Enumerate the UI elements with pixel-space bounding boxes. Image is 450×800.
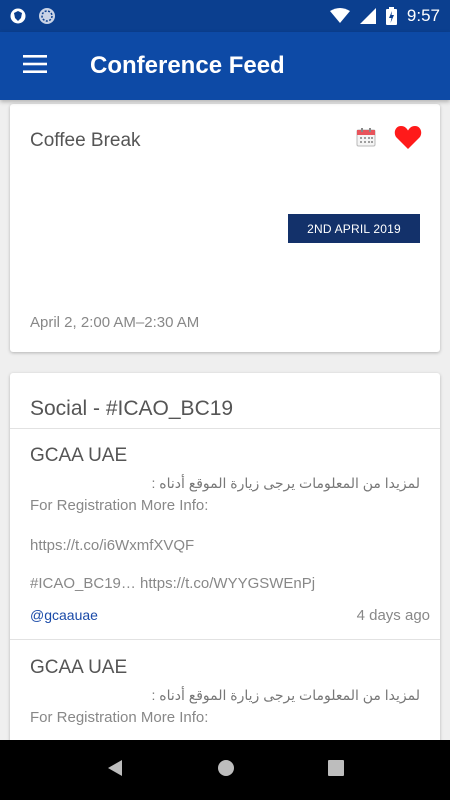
post-text: For Registration More Info: [30,497,209,514]
calendar-icon[interactable] [356,127,376,152]
post-arabic-text: لمزيدا من المعلومات يرجى زيارة الموقع أد… [151,475,420,491]
social-card: Social - #ICAO_BC19 GCAA UAE لمزيدا من ا… [10,373,440,740]
date-badge: 2ND APRIL 2019 [288,214,420,243]
feed-list[interactable]: Coffee Break 2ND APRIL 2019 April 2, 2:0… [0,100,450,740]
shield-app-icon [10,8,26,24]
post-link[interactable]: https://t.co/i6WxmfXVQF [30,537,194,554]
home-icon[interactable] [217,759,235,782]
divider [10,639,440,640]
post-timestamp: 4 days ago [356,607,430,624]
event-title: Coffee Break [30,130,141,151]
app-bar: Conference Feed [0,32,450,100]
back-icon[interactable] [106,759,124,782]
heart-icon[interactable] [394,124,422,155]
post-arabic-text: لمزيدا من المعلومات يرجى زيارة الموقع أد… [151,687,420,703]
list-item[interactable]: GCAA UAE لمزيدا من المعلومات يرجى زيارة … [10,429,440,639]
post-text[interactable]: #ICAO_BC19… https://t.co/WYYGSWEnPj [30,575,315,592]
status-bar: 9:57 [0,0,450,32]
post-handle-link[interactable]: @gcaauae [30,607,98,623]
recents-icon[interactable] [327,759,344,781]
list-item[interactable]: GCAA UAE لمزيدا من المعلومات يرجى زيارة … [10,641,440,740]
event-card[interactable]: Coffee Break 2ND APRIL 2019 April 2, 2:0… [10,104,440,352]
navigation-bar [0,740,450,800]
post-author: GCAA UAE [30,445,128,466]
social-card-title: Social - #ICAO_BC19 [30,397,234,420]
wifi-icon [329,8,350,24]
hamburger-menu-icon [23,54,47,78]
menu-button[interactable] [0,32,70,100]
sync-circle-icon [38,7,56,25]
post-author: GCAA UAE [30,657,128,678]
status-time: 9:57 [406,6,440,25]
signal-icon [359,8,376,24]
post-text: For Registration More Info: [30,709,209,726]
battery-charging-icon [385,7,397,25]
event-time: April 2, 2:00 AM–2:30 AM [30,314,200,331]
page-title: Conference Feed [90,52,285,79]
